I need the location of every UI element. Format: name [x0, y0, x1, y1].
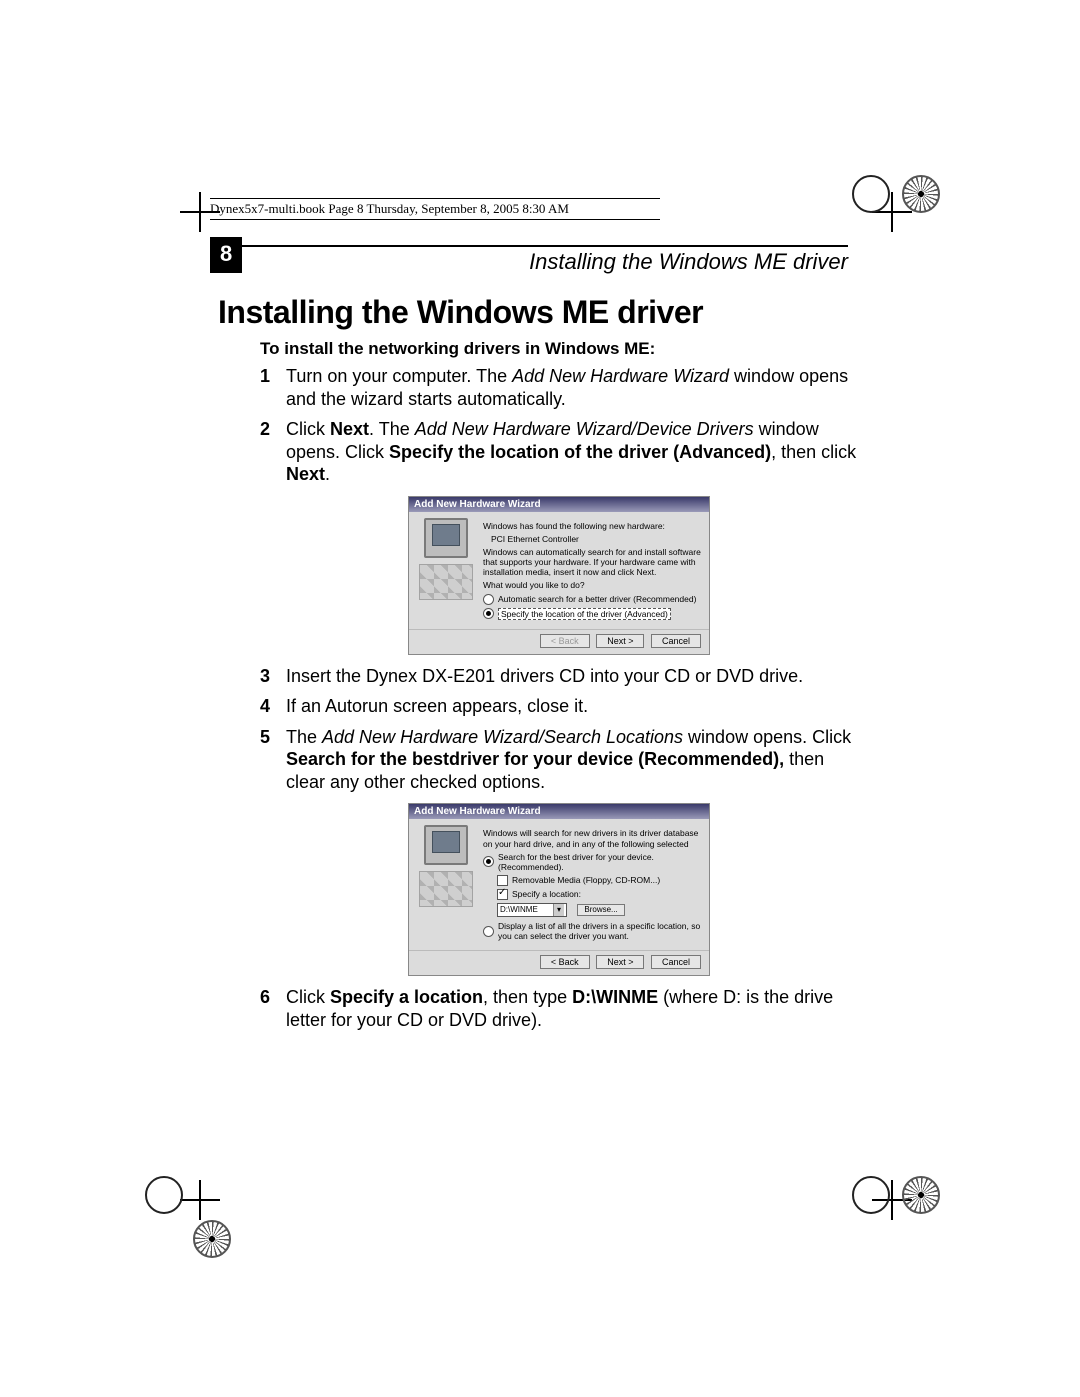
- step-text: The: [286, 727, 322, 747]
- chips-icon: [419, 564, 473, 600]
- radio-icon: [483, 926, 494, 937]
- registration-mark-icon: [852, 1176, 890, 1214]
- step-3: 3 Insert the Dynex DX-E201 drivers CD in…: [260, 665, 858, 688]
- step-number: 6: [260, 986, 270, 1009]
- wizard-option-display-list[interactable]: Display a list of all the drivers in a s…: [483, 921, 703, 941]
- wizard-button-row: < Back Next > Cancel: [409, 629, 709, 654]
- sun-mark-icon: [902, 1176, 940, 1214]
- chips-icon: [419, 871, 473, 907]
- step-number: 3: [260, 665, 270, 688]
- step-text-italic: Add New Hardware Wizard/Device Drivers: [415, 419, 754, 439]
- option-label: Search for the best driver for your devi…: [498, 852, 703, 872]
- step-text-bold: Specify the location of the driver (Adva…: [389, 442, 771, 462]
- wizard-device-name: PCI Ethernet Controller: [491, 534, 703, 544]
- step-list: 1 Turn on your computer. The Add New Har…: [260, 365, 858, 1031]
- step-number: 5: [260, 726, 270, 749]
- step-number: 2: [260, 418, 270, 441]
- step-text: , then click: [771, 442, 856, 462]
- option-label: Specify a location:: [512, 889, 581, 899]
- registration-mark-icon: [145, 1176, 183, 1214]
- location-path-input[interactable]: D:\WINME ▾: [497, 903, 567, 917]
- step-text-bold: Next: [330, 419, 369, 439]
- step-text-italic: Add New Hardware Wizard: [512, 366, 729, 386]
- page-number: 8: [210, 237, 242, 273]
- step-number: 1: [260, 365, 270, 388]
- option-label: Specify the location of the driver (Adva…: [498, 608, 671, 620]
- page: Dynex5x7-multi.book Page 8 Thursday, Sep…: [0, 0, 1080, 1397]
- crop-mark-bottom-left: [180, 1180, 220, 1220]
- dropdown-arrow-icon: ▾: [553, 904, 564, 916]
- step-text: Click: [286, 419, 330, 439]
- step-text-bold: Next: [286, 464, 325, 484]
- step-text-bold: Specify a location: [330, 987, 483, 1007]
- wizard-option-auto[interactable]: Automatic search for a better driver (Re…: [483, 594, 703, 605]
- registration-mark-icon: [852, 175, 890, 213]
- radio-icon: [483, 594, 494, 605]
- next-button[interactable]: Next >: [596, 634, 644, 648]
- wizard-text-column: Windows has found the following new hard…: [483, 518, 703, 623]
- cancel-button[interactable]: Cancel: [651, 634, 701, 648]
- content: Installing the Windows ME driver To inst…: [218, 290, 858, 1039]
- wizard-button-row: < Back Next > Cancel: [409, 950, 709, 975]
- cancel-button[interactable]: Cancel: [651, 955, 701, 969]
- step-text-bold: Search for the bestdriver for your devic…: [286, 749, 784, 769]
- option-label: Removable Media (Floppy, CD-ROM...): [512, 875, 660, 885]
- wizard-text: Windows can automatically search for and…: [483, 547, 703, 578]
- wizard-option-search-best[interactable]: Search for the best driver for your devi…: [483, 852, 703, 872]
- page-title: Installing the Windows ME driver: [218, 294, 858, 331]
- step-text-bold: D:\WINME: [572, 987, 658, 1007]
- option-label: Display a list of all the drivers in a s…: [498, 921, 703, 941]
- checkbox-icon: [497, 875, 508, 886]
- browse-button[interactable]: Browse...: [577, 904, 624, 916]
- wizard-option-specify[interactable]: Specify the location of the driver (Adva…: [483, 608, 703, 620]
- step-text: If an Autorun screen appears, close it.: [286, 696, 588, 716]
- wizard-text-column: Windows will search for new drivers in i…: [483, 825, 703, 944]
- step-text: window opens. Click: [683, 727, 851, 747]
- wizard-icon-column: [415, 518, 477, 623]
- wizard-checkbox-specify-location[interactable]: Specify a location:: [497, 889, 703, 900]
- radio-selected-icon: [483, 608, 494, 619]
- step-text: Insert the Dynex DX-E201 drivers CD into…: [286, 666, 803, 686]
- path-value: D:\WINME: [500, 905, 538, 914]
- book-header: Dynex5x7-multi.book Page 8 Thursday, Sep…: [210, 198, 660, 220]
- running-head: 8 Installing the Windows ME driver: [218, 245, 848, 287]
- step-6: 6 Click Specify a location, then type D:…: [260, 986, 858, 1031]
- wizard-text: Windows has found the following new hard…: [483, 521, 703, 531]
- wizard-icon-column: [415, 825, 477, 944]
- wizard-titlebar: Add New Hardware Wizard: [409, 804, 709, 819]
- step-text: , then type: [483, 987, 572, 1007]
- step-number: 4: [260, 695, 270, 718]
- step-1: 1 Turn on your computer. The Add New Har…: [260, 365, 858, 410]
- next-button[interactable]: Next >: [596, 955, 644, 969]
- computer-icon: [424, 518, 468, 558]
- checkbox-checked-icon: [497, 889, 508, 900]
- step-5: 5 The Add New Hardware Wizard/Search Loc…: [260, 726, 858, 794]
- step-text: Turn on your computer. The: [286, 366, 512, 386]
- step-2: 2 Click Next. The Add New Hardware Wizar…: [260, 418, 858, 486]
- option-label: Automatic search for a better driver (Re…: [498, 594, 696, 604]
- wizard-screenshot-2: Add New Hardware Wizard Windows will sea…: [408, 803, 710, 976]
- back-button[interactable]: < Back: [540, 955, 590, 969]
- step-text: Click: [286, 987, 330, 1007]
- computer-icon: [424, 825, 468, 865]
- wizard-text: Windows will search for new drivers in i…: [483, 828, 703, 848]
- radio-selected-icon: [483, 856, 494, 867]
- step-text: .: [325, 464, 330, 484]
- procedure-heading: To install the networking drivers in Win…: [260, 339, 858, 359]
- step-text-italic: Add New Hardware Wizard/Search Locations: [322, 727, 683, 747]
- wizard-screenshot-1: Add New Hardware Wizard Windows has foun…: [408, 496, 710, 655]
- back-button[interactable]: < Back: [540, 634, 590, 648]
- wizard-titlebar: Add New Hardware Wizard: [409, 497, 709, 512]
- step-4: 4 If an Autorun screen appears, close it…: [260, 695, 858, 718]
- sun-mark-icon: [902, 175, 940, 213]
- wizard-checkbox-removable[interactable]: Removable Media (Floppy, CD-ROM...): [497, 875, 703, 886]
- sun-mark-icon: [193, 1220, 231, 1258]
- running-head-title: Installing the Windows ME driver: [529, 249, 848, 275]
- step-text: . The: [369, 419, 415, 439]
- wizard-prompt: What would you like to do?: [483, 580, 703, 590]
